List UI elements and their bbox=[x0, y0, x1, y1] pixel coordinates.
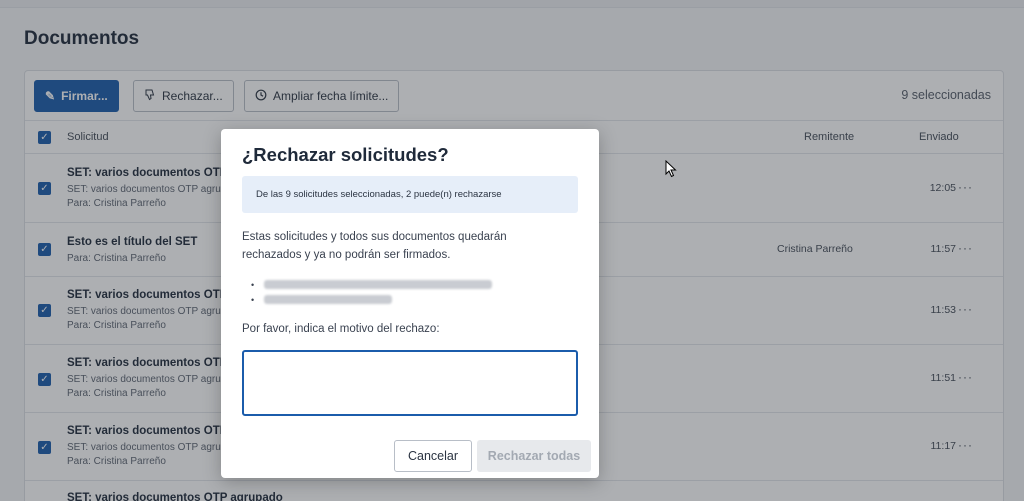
reject-requests-dialog: ¿Rechazar solicitudes? De las 9 solicitu… bbox=[221, 129, 599, 478]
reject-all-button[interactable]: Rechazar todas bbox=[477, 440, 591, 472]
reason-label: Por favor, indica el motivo del rechazo: bbox=[242, 323, 440, 335]
bullet: • bbox=[251, 279, 255, 290]
cancel-button[interactable]: Cancelar bbox=[394, 440, 472, 472]
blurred-request-name bbox=[264, 280, 493, 289]
mouse-cursor-icon bbox=[665, 159, 677, 183]
info-banner: De las 9 solicitudes seleccionadas, 2 pu… bbox=[242, 176, 578, 213]
bullet: • bbox=[251, 294, 255, 305]
dialog-title: ¿Rechazar solicitudes? bbox=[242, 144, 449, 165]
list-item: • bbox=[251, 277, 551, 292]
rejectable-requests-list: • • bbox=[251, 277, 551, 307]
blurred-request-name bbox=[264, 295, 393, 304]
dialog-description: Estas solicitudes y todos sus documentos… bbox=[242, 231, 507, 261]
list-item: • bbox=[251, 292, 551, 307]
reason-textarea[interactable] bbox=[242, 350, 578, 416]
